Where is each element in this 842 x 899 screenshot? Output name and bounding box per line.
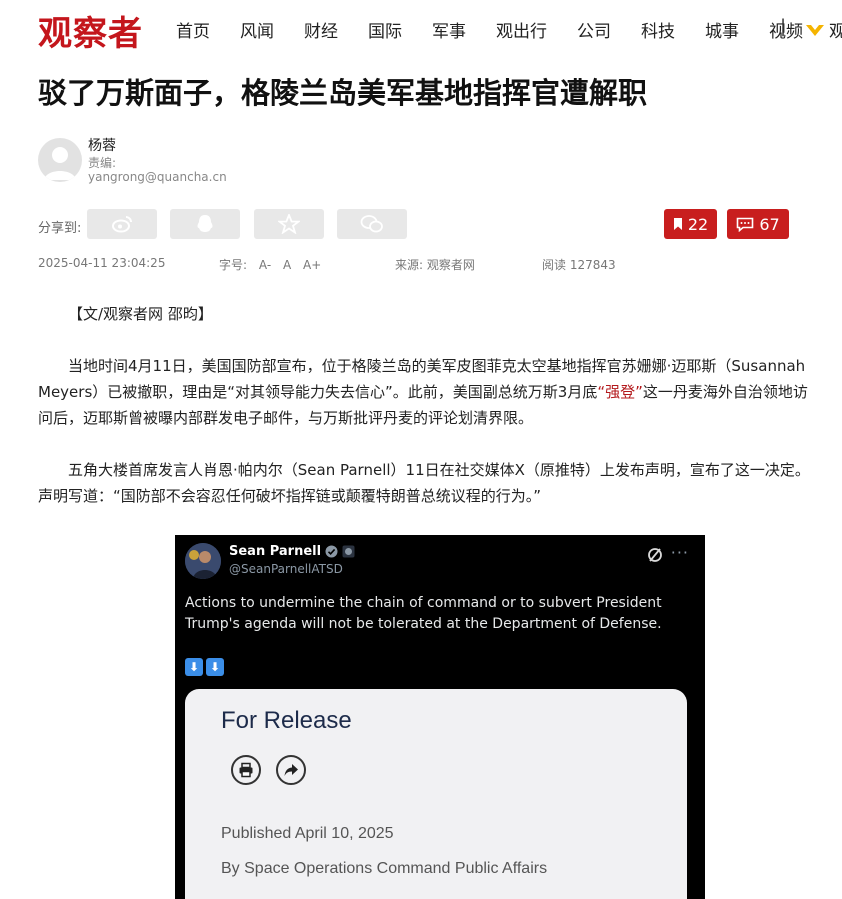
article-byline: 【文/观察者网 邵昀】 (68, 305, 213, 323)
share-label: 分享到: (38, 221, 82, 236)
article-paragraph-1: 当地时间4月11日，美国国防部宣布，位于格陵兰岛的美军皮图菲克太空基地指挥官苏姗… (38, 353, 810, 431)
vip-label: 观 (829, 22, 842, 42)
share-qzone-button[interactable] (254, 209, 324, 239)
vip-icon (806, 24, 824, 36)
article-paragraph-2: 五角大楼首席发言人肖恩·帕内尔（Sean Parnell）11日在社交媒体X（原… (38, 461, 810, 505)
tweet-name-text: Sean Parnell (229, 544, 322, 559)
print-button[interactable] (231, 755, 261, 785)
share-wechat-button[interactable] (337, 209, 407, 239)
site-logo[interactable]: 观察者 (38, 6, 143, 55)
tweet-text: Actions to undermine the chain of comman… (185, 595, 662, 632)
font-size-larger-button[interactable]: A+ (303, 258, 321, 272)
person-avatar-icon (185, 543, 221, 579)
press-release-card[interactable]: For Release Published April 10, 2025 By … (185, 689, 687, 899)
card-title: For Release (221, 707, 352, 734)
nav-item-city[interactable]: 城事 (705, 17, 739, 42)
font-size-control: 字号: A- A A+ (219, 256, 321, 273)
vip-link[interactable]: 观 (805, 17, 842, 42)
bookmark-button[interactable]: 22 (664, 209, 717, 239)
nav-item-fengwen[interactable]: 风闻 (240, 17, 274, 42)
bookmark-icon (673, 218, 682, 230)
font-size-smaller-button[interactable]: A- (259, 258, 271, 272)
default-avatar-icon (44, 147, 76, 180)
share-icon (284, 764, 298, 776)
author-avatar[interactable] (38, 138, 82, 182)
nav-item-military[interactable]: 军事 (432, 17, 466, 42)
nav-item-travel[interactable]: 观出行 (496, 17, 547, 42)
editor-label: 责编: (88, 156, 117, 170)
source-label: 来源: 观察者网 (395, 258, 475, 272)
nav-separator: | (780, 16, 787, 37)
down-arrow-emoji-icon: ⬇ (185, 658, 203, 676)
share-forward-button[interactable] (276, 755, 306, 785)
verified-icon (325, 545, 338, 558)
share-weibo-button[interactable] (87, 209, 157, 239)
tweet-more-button[interactable]: ··· (671, 543, 689, 562)
tweet-author-name[interactable]: Sean Parnell (229, 544, 355, 559)
publish-date: 2025-04-11 23:04:25 (38, 256, 166, 270)
embedded-tweet: Sean Parnell @SeanParnellATSD ··· Action… (175, 535, 705, 899)
article-title: 驳了万斯面子，格陵兰岛美军基地指挥官遭解职 (38, 76, 648, 110)
tweet-emoji-row: ⬇ ⬇ (185, 658, 227, 676)
tweet-handle[interactable]: @SeanParnellATSD (229, 562, 343, 576)
font-size-normal-button[interactable]: A (283, 258, 291, 272)
nav-item-tech[interactable]: 科技 (641, 17, 675, 42)
main-nav: 首页 风闻 财经 国际 军事 观出行 公司 科技 城事 视频 (176, 17, 833, 42)
down-arrow-emoji-icon: ⬇ (206, 658, 224, 676)
share-qq-button[interactable] (170, 209, 240, 239)
author-name[interactable]: 杨蓉 (88, 135, 116, 155)
tweet-avatar[interactable] (185, 543, 221, 579)
print-icon (239, 762, 253, 778)
card-published-date: Published April 10, 2025 (221, 825, 394, 842)
nav-item-company[interactable]: 公司 (577, 17, 611, 42)
qzone-icon (278, 214, 300, 234)
weibo-icon (112, 216, 132, 233)
nav-item-home[interactable]: 首页 (176, 17, 210, 42)
nav-item-international[interactable]: 国际 (368, 17, 402, 42)
comment-button[interactable]: 67 (727, 209, 789, 239)
font-size-label: 字号: (219, 258, 248, 272)
comment-count: 67 (759, 214, 780, 234)
nav-item-finance[interactable]: 财经 (304, 17, 338, 42)
card-byline: By Space Operations Command Public Affai… (221, 860, 548, 877)
qq-icon (197, 215, 213, 232)
grok-icon[interactable] (647, 547, 663, 563)
author-email: yangrong@quancha.cn (88, 170, 227, 184)
comment-icon (737, 217, 754, 232)
wechat-icon (360, 215, 383, 233)
qiangdeng-link[interactable]: “强登” (597, 383, 643, 401)
view-count: 阅读 127843 (542, 258, 616, 272)
bookmark-count: 22 (687, 214, 709, 234)
affiliation-badge-icon (342, 545, 355, 558)
top-navigation-bar: 观察者 首页 风闻 财经 国际 军事 观出行 公司 科技 城事 视频 | 观 (0, 0, 842, 56)
